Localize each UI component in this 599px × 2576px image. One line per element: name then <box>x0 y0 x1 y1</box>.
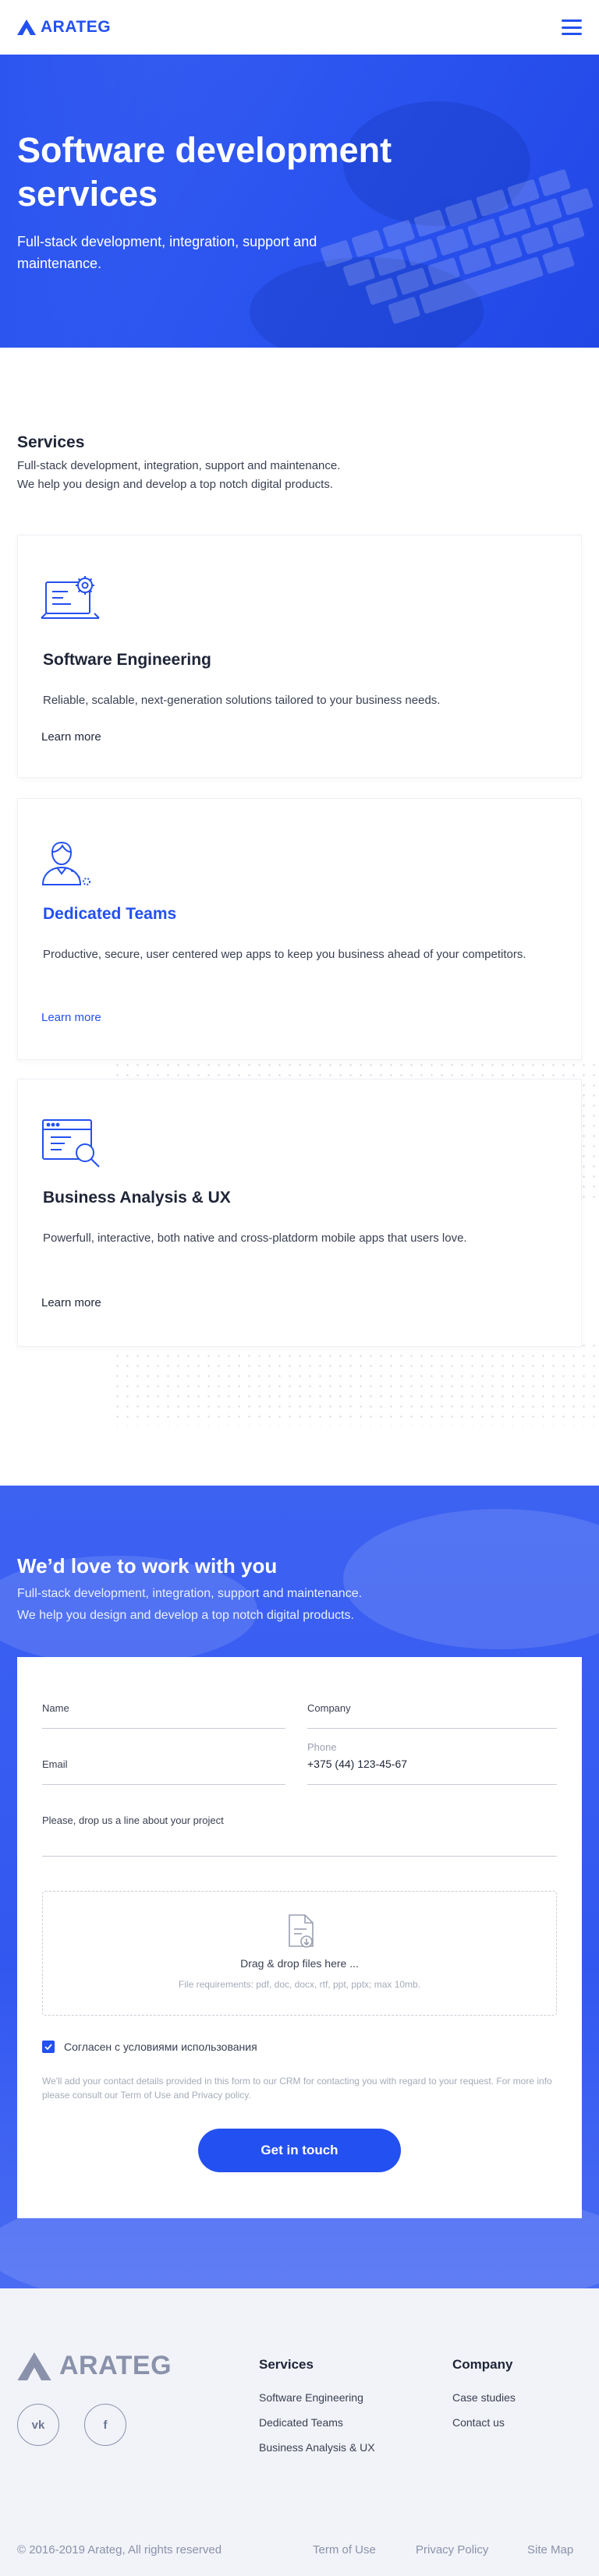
contact-subtitle-line: We help you design and develop a top not… <box>17 1609 354 1622</box>
window-search-icon <box>40 1115 102 1174</box>
dot-pattern-decoration <box>112 1341 599 1426</box>
footer-link-business-analysis[interactable]: Business Analysis & UX <box>259 2441 375 2454</box>
field-underline <box>42 1856 557 1857</box>
phone-field[interactable]: Phone <box>307 1741 557 1785</box>
learn-more-link[interactable]: Learn more <box>41 730 101 744</box>
arateg-logo-icon <box>17 2352 51 2380</box>
footer-link-case-studies[interactable]: Case studies <box>452 2391 516 2404</box>
site-map-link[interactable]: Site Map <box>527 2543 573 2557</box>
footer-link-dedicated-teams[interactable]: Dedicated Teams <box>259 2416 343 2429</box>
services-heading: Services <box>17 433 85 451</box>
brand-name: ARATEG <box>41 18 112 36</box>
vk-icon[interactable]: vk <box>17 2404 59 2446</box>
hero-banner: Software development services Full-stack… <box>0 55 599 348</box>
laptop-gear-icon <box>40 574 102 630</box>
message-field[interactable]: Please, drop us a line about your projec… <box>42 1815 557 1857</box>
email-label: Email <box>42 1758 68 1770</box>
vk-label: vk <box>31 2418 45 2432</box>
site-header: ARATEG <box>0 0 599 55</box>
contact-subtitle-line: Full-stack development, integration, sup… <box>17 1587 363 1600</box>
field-underline <box>307 1728 557 1729</box>
phone-input[interactable] <box>307 1758 557 1770</box>
learn-more-link[interactable]: Learn more <box>41 1011 101 1024</box>
card-title: Dedicated Teams <box>43 905 177 923</box>
services-subtitle: Full-stack development, integration, sup… <box>17 457 485 494</box>
terms-of-use-link[interactable]: Term of Use <box>313 2543 376 2557</box>
email-field[interactable]: Email <box>42 1758 285 1785</box>
contact-form: Name Company Email Phone Please, drop us… <box>17 1657 582 2218</box>
card-description: Powerfull, interactive, both native and … <box>43 1231 467 1245</box>
card-description: Productive, secure, user centered wep ap… <box>43 948 526 961</box>
field-underline <box>307 1784 557 1785</box>
facebook-label: f <box>103 2418 108 2432</box>
footer-link-contact-us[interactable]: Contact us <box>452 2416 505 2429</box>
field-underline <box>42 1784 285 1785</box>
terms-label: Согласен с условиями использования <box>64 2041 257 2053</box>
phone-label: Phone <box>307 1741 337 1753</box>
facebook-icon[interactable]: f <box>84 2404 126 2446</box>
card-description: Reliable, scalable, next-generation solu… <box>43 694 441 707</box>
hamburger-menu-icon[interactable] <box>562 19 582 35</box>
dropzone-title: Drag & drop files here ... <box>240 1957 359 1970</box>
brand-logo[interactable]: ARATEG <box>17 18 111 37</box>
name-label: Name <box>42 1702 69 1714</box>
field-underline <box>42 1728 285 1729</box>
card-title: Software Engineering <box>43 651 211 669</box>
service-card-dedicated-teams[interactable]: Dedicated Teams Productive, secure, user… <box>17 798 582 1060</box>
service-card-business-analysis[interactable]: Business Analysis & UX Powerfull, intera… <box>17 1079 582 1347</box>
checkmark-icon <box>44 2044 52 2050</box>
arateg-logo-icon <box>17 19 36 35</box>
site-footer: ARATEG vk f Services Software Engineerin… <box>0 2288 599 2576</box>
contact-heading: We’d love to work with you <box>17 1554 278 1578</box>
document-upload-icon <box>289 1914 314 1948</box>
footer-brand-name: ARATEG <box>59 2351 172 2380</box>
copyright-text: © 2016-2019 Arateg, All rights reserved <box>17 2543 222 2557</box>
company-field[interactable]: Company <box>307 1702 557 1729</box>
dropzone-requirements: File requirements: pdf, doc, docx, rtf, … <box>178 1979 421 1990</box>
name-field[interactable]: Name <box>42 1702 285 1729</box>
footer-services-title: Services <box>259 2357 314 2372</box>
footer-link-software-engineering[interactable]: Software Engineering <box>259 2391 363 2404</box>
hero-title: Software development services <box>17 130 392 214</box>
team-person-icon <box>40 835 102 893</box>
services-subtitle-line: We help you design and develop a top not… <box>17 478 333 491</box>
footer-logo[interactable]: ARATEG <box>17 2351 172 2381</box>
message-label: Please, drop us a line about your projec… <box>42 1815 224 1826</box>
card-title: Business Analysis & UX <box>43 1189 231 1207</box>
services-subtitle-line: Full-stack development, integration, sup… <box>17 459 341 472</box>
file-dropzone[interactable]: Drag & drop files here ... File requirem… <box>42 1891 557 2016</box>
terms-agreement[interactable]: Согласен с условиями использования <box>42 2041 257 2053</box>
privacy-disclaimer: We'll add your contact details provided … <box>42 2076 552 2101</box>
privacy-policy-link[interactable]: Privacy Policy <box>416 2543 488 2557</box>
terms-checkbox[interactable] <box>42 2041 55 2053</box>
contact-subtitle: Full-stack development, integration, sup… <box>17 1583 485 1627</box>
get-in-touch-button[interactable]: Get in touch <box>198 2129 401 2172</box>
footer-company-title: Company <box>452 2357 513 2372</box>
hero-subtitle: Full-stack development, integration, sup… <box>17 234 317 271</box>
service-card-software-engineering[interactable]: Software Engineering Reliable, scalable,… <box>17 535 582 778</box>
learn-more-link[interactable]: Learn more <box>41 1296 101 1309</box>
contact-section: We’d love to work with you Full-stack de… <box>0 1486 599 2288</box>
company-label: Company <box>307 1702 351 1714</box>
